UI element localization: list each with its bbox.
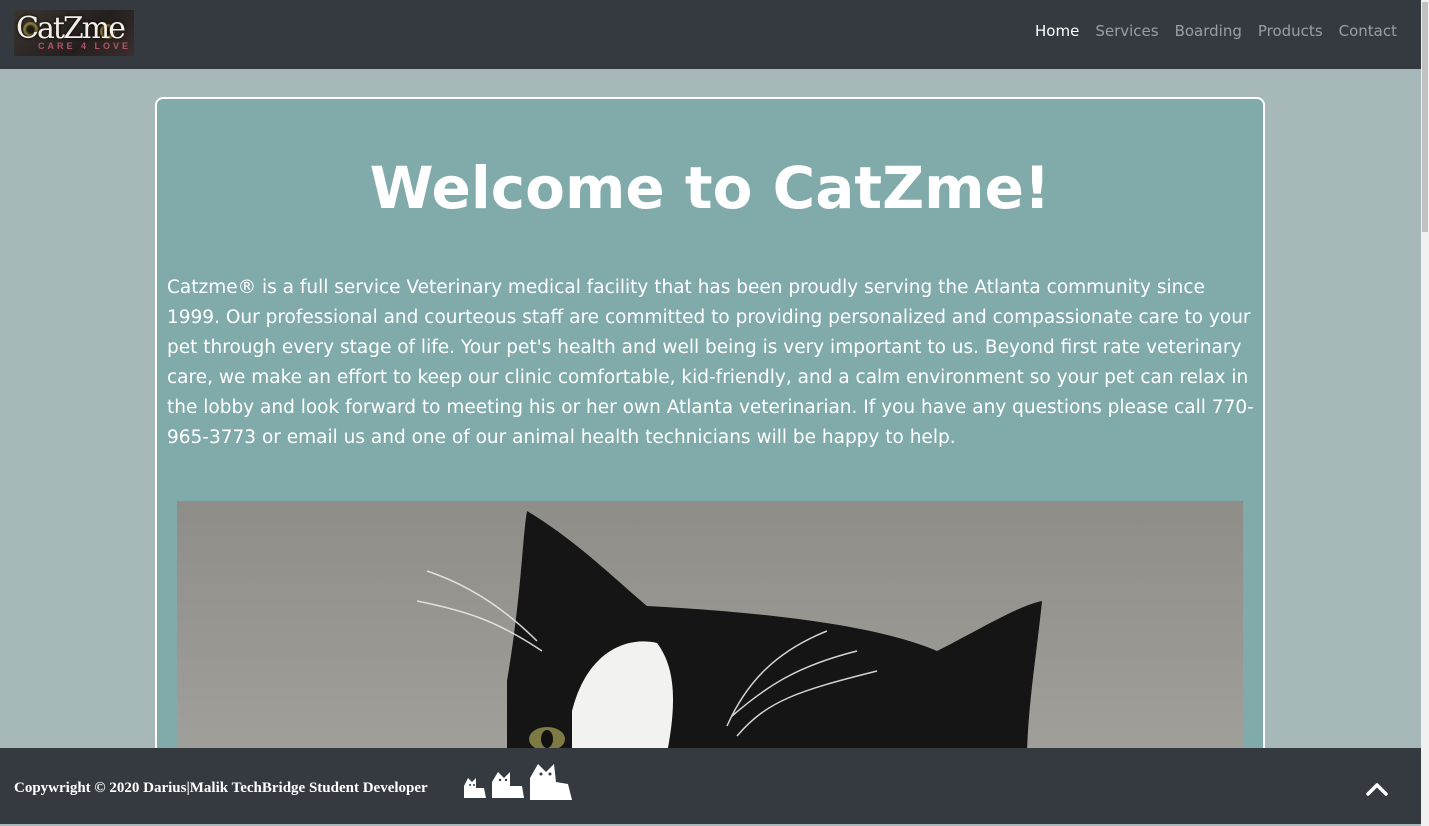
- scrollbar-thumb[interactable]: [1422, 2, 1428, 232]
- chevron-up-icon[interactable]: [1364, 778, 1390, 800]
- nav-link-home[interactable]: Home: [1035, 22, 1079, 40]
- navbar: CatZme CARE 4 LOVE Home Services Boardin…: [0, 0, 1421, 69]
- nav-link-boarding[interactable]: Boarding: [1175, 22, 1242, 40]
- footer: Copywright © 2020 Darius|Malik TechBridg…: [0, 748, 1421, 824]
- nav-link-contact[interactable]: Contact: [1339, 22, 1397, 40]
- page-scrollbar[interactable]: [1421, 0, 1429, 826]
- footer-copyright: Copywright © 2020 Darius|Malik TechBridg…: [14, 780, 428, 796]
- cat-icon: [492, 772, 524, 798]
- nav-links: Home Services Boarding Products Contact: [1035, 22, 1397, 40]
- welcome-card: Welcome to CatZme! Catzme® is a full ser…: [155, 97, 1265, 817]
- cat-icon: [530, 764, 572, 800]
- nav-link-services[interactable]: Services: [1095, 22, 1158, 40]
- nav-link-products[interactable]: Products: [1258, 22, 1323, 40]
- intro-paragraph: Catzme® is a full service Veterinary med…: [167, 277, 1254, 448]
- brand-logo[interactable]: CatZme CARE 4 LOVE: [14, 10, 134, 56]
- cat-icon: [464, 778, 486, 798]
- page-title: Welcome to CatZme!: [369, 154, 1051, 222]
- logo-tagline: CARE 4 LOVE: [38, 41, 132, 51]
- cat-icons: [464, 764, 572, 800]
